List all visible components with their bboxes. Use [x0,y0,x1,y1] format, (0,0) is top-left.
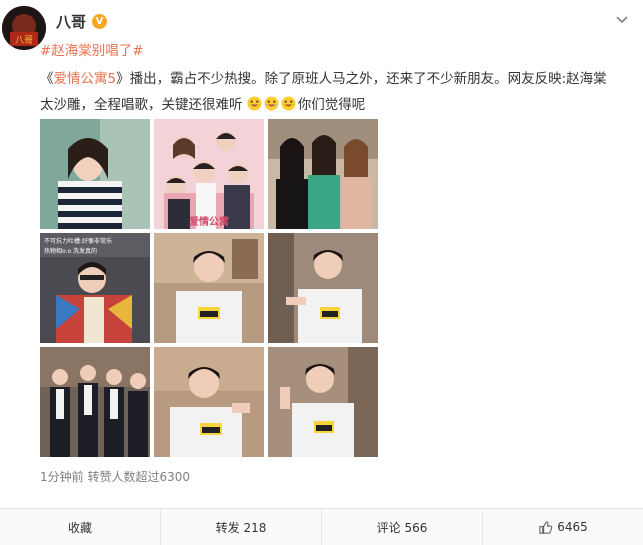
hashtag-link[interactable]: #赵海棠别唱了# [40,39,144,59]
chevron-down-icon[interactable] [613,10,631,28]
svg-text:爱情公寓: 爱情公寓 [189,215,229,228]
photo-man-singing-1[interactable] [154,233,264,343]
text-line2: 太沙雕，全程唱歌，关键还很难听 [40,97,243,113]
svg-text:不可抗力吐槽:好像非常乐: 不可抗力吐槽:好像非常乐 [44,237,112,245]
image-grid: 爱情公寓 不可抗力吐槽:好像非常乐 热物相o.o 洗发真的 [40,119,379,457]
photo-group-performance[interactable] [40,347,150,457]
comment-button[interactable]: 评论 566 [322,509,483,545]
laugh-cry-emoji-icon [247,96,262,111]
author-line: 八哥 V [56,11,108,32]
text-suffix: 你们觉得呢 [297,97,366,113]
svg-text:热物相o.o 洗发真的: 热物相o.o 洗发真的 [44,247,97,255]
photo-man-singing-2[interactable] [268,233,378,343]
laugh-cry-emoji-icon [264,96,279,111]
author-name[interactable]: 八哥 [56,11,86,32]
photo-man-singing-3[interactable] [154,347,264,457]
text-after-link: 》播出，霸占不少热搜。除了原班人马之外，还来了不少新朋友。网友反映:赵海棠 [116,71,607,87]
photo-three-actresses[interactable] [268,119,378,229]
post-meta: 1分钟前 转赞人数超过6300 [40,470,190,484]
svg-text:八哥: 八哥 [15,35,33,46]
repost-button[interactable]: 转发 218 [161,509,322,545]
like-count: 6465 [557,520,588,534]
laugh-cry-emoji-icon [281,96,296,111]
verified-badge-icon: V [92,14,108,29]
text-prefix: 《 [40,71,54,87]
favorite-button[interactable]: 收藏 [0,509,161,545]
photo-cast-poster[interactable]: 爱情公寓 [154,119,264,229]
like-button[interactable]: 6465 [483,509,643,545]
thumbs-up-icon [539,520,553,534]
repost-label: 转发 218 [215,520,267,535]
favorite-label: 收藏 [67,520,92,535]
show-link[interactable]: 爱情公寓5 [54,71,117,87]
action-bar: 收藏 转发 218 评论 566 6465 [0,508,643,545]
photo-actress-striped-shirt[interactable] [40,119,150,229]
post-text: 《爱情公寓5》播出，霸占不少热搜。除了原班人马之外，还来了不少新朋友。网友反映:… [40,66,630,118]
photo-man-with-caption[interactable]: 不可抗力吐槽:好像非常乐 热物相o.o 洗发真的 [40,233,150,343]
comment-label: 评论 566 [376,520,428,535]
photo-man-singing-4[interactable] [268,347,378,457]
